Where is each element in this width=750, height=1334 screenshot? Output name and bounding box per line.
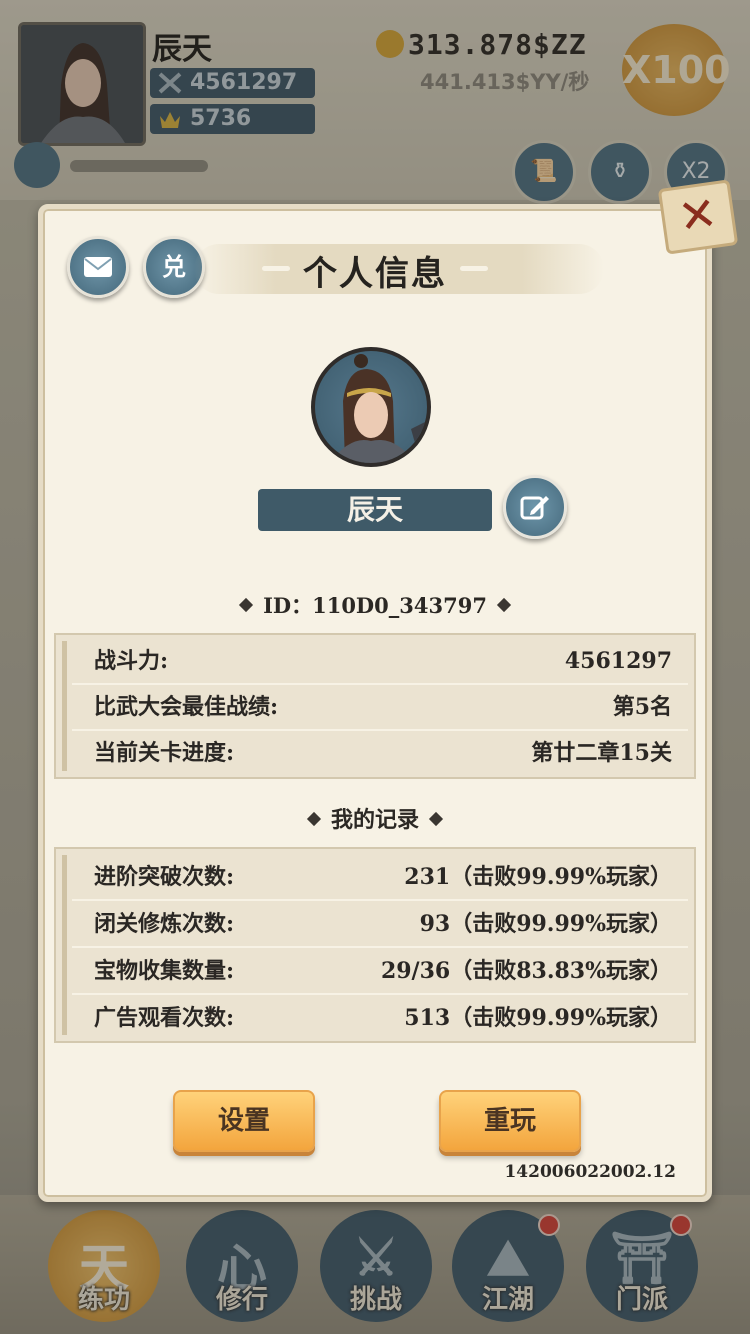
avatar xyxy=(311,347,431,467)
version-number: 142006022002.12 xyxy=(504,1162,676,1182)
record-row: 广告观看次数: 513（击败99.99%玩家） xyxy=(72,996,688,1040)
close-icon: ✕ xyxy=(674,185,721,245)
records-panel: 进阶突破次数: 231（击败99.99%玩家） 闭关修炼次数: 93（击败99.… xyxy=(54,847,696,1043)
record-row: 宝物收集数量: 29/36（击败83.83%玩家） xyxy=(72,949,688,995)
diamond-right-icon xyxy=(428,811,444,827)
stat-label: 战斗力: xyxy=(94,648,169,674)
modal-title: 个人信息 xyxy=(303,254,447,294)
edit-icon xyxy=(520,496,549,520)
character-avatar-icon xyxy=(329,354,427,463)
record-row: 闭关修炼次数: 93（击败99.99%玩家） xyxy=(72,902,688,948)
stat-row: 比武大会最佳战绩: 第5名 xyxy=(72,685,688,731)
record-value: 29/36（击败83.83%玩家） xyxy=(380,958,672,984)
player-name-plate: 辰天 xyxy=(258,489,492,531)
records-title-text: 我的记录 xyxy=(330,807,419,833)
diamond-left-icon xyxy=(238,597,254,613)
record-value: 513（击败99.99%玩家） xyxy=(404,1005,672,1031)
stat-value: 第5名 xyxy=(612,694,672,720)
edit-name-button[interactable] xyxy=(503,475,567,539)
stat-row: 战斗力: 4561297 xyxy=(72,639,688,685)
player-id-text: ID：110D0_343797 xyxy=(263,593,487,618)
stat-value: 第廿二章15关 xyxy=(531,740,672,766)
diamond-left-icon xyxy=(306,811,322,827)
records-title: 我的记录 xyxy=(0,802,750,834)
stat-label: 当前关卡进度: xyxy=(94,740,235,766)
replay-button[interactable]: 重玩 xyxy=(439,1090,581,1152)
player-id: ID：110D0_343797 xyxy=(0,590,750,620)
record-value: 231（击败99.99%玩家） xyxy=(404,864,672,890)
record-label: 进阶突破次数: xyxy=(94,864,235,890)
settings-button[interactable]: 设置 xyxy=(173,1090,315,1152)
diamond-right-icon xyxy=(496,597,512,613)
stat-label: 比武大会最佳战绩: xyxy=(94,694,279,720)
stats-panel: 战斗力: 4561297 比武大会最佳战绩: 第5名 当前关卡进度: 第廿二章1… xyxy=(54,633,696,779)
close-button[interactable]: ✕ xyxy=(657,179,739,255)
stat-value: 4561297 xyxy=(564,648,672,674)
record-label: 闭关修炼次数: xyxy=(94,911,235,937)
record-row: 进阶突破次数: 231（击败99.99%玩家） xyxy=(72,855,688,901)
stat-row: 当前关卡进度: 第廿二章15关 xyxy=(72,731,688,775)
record-label: 广告观看次数: xyxy=(94,1005,235,1031)
record-label: 宝物收集数量: xyxy=(94,958,235,984)
record-value: 93（击败99.99%玩家） xyxy=(419,911,672,937)
